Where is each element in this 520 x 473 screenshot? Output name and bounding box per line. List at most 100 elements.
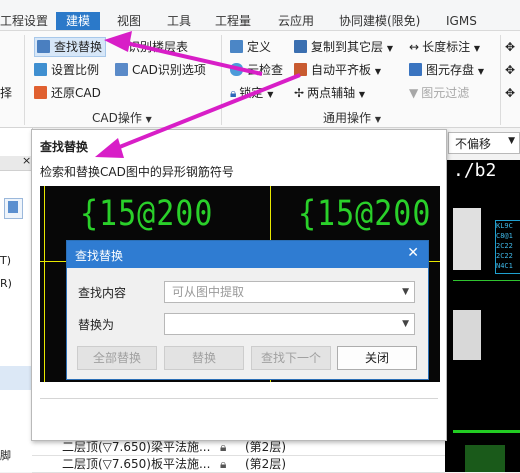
chevron-down-icon: ▼ xyxy=(473,44,481,53)
tab-project-settings[interactable]: 工程设置 xyxy=(0,13,48,30)
move-icon[interactable]: ✥ xyxy=(505,37,515,57)
recognize-floor-table-button[interactable]: 识别楼层表 xyxy=(128,37,188,57)
cad-options-button[interactable]: CAD识别选项 xyxy=(115,60,206,80)
tab-cloud-app[interactable]: 云应用 xyxy=(278,13,314,30)
chevron-down-icon: ▼ xyxy=(374,67,381,76)
menu-bar: 工程设置 建模 视图 工具 工程量 云应用 协同建模(限免) IGMS xyxy=(0,0,520,31)
panel-view-toggle[interactable] xyxy=(4,198,23,219)
tab-modeling[interactable]: 建模 xyxy=(56,12,101,30)
move-icon[interactable]: ✥ xyxy=(505,83,515,103)
chevron-down-icon: ▼ xyxy=(267,90,274,99)
chevron-down-icon: ▼ xyxy=(358,90,366,99)
close-icon[interactable]: ✕ xyxy=(407,245,419,261)
row-layer: (第2层) xyxy=(245,457,286,471)
drawing-save-button[interactable]: 图元存盘 ▼ xyxy=(409,60,484,80)
ribbon: 择 查找替换 识别楼层表 设置比例 CAD识别选项 还原CAD CAD操作 ▼ … xyxy=(0,31,520,128)
cad-canvas[interactable]: ./b2 KL9C C8@1 2C22 2C22 N4C1 xyxy=(445,160,520,472)
set-scale-button[interactable]: 设置比例 xyxy=(34,60,99,80)
replace-button[interactable]: 替换 xyxy=(164,346,244,370)
left-panel: × T) R) 脚 xyxy=(0,128,33,472)
common-operations-group[interactable]: 通用操作 ▼ xyxy=(323,109,381,126)
tree-item-partial[interactable]: 脚 xyxy=(0,447,11,463)
chevron-down-icon: ▼ xyxy=(402,287,409,297)
replace-with-combo[interactable]: ▼ xyxy=(164,313,415,335)
group-expand-icon: ▼ xyxy=(374,115,381,124)
restore-cad-button[interactable]: 还原CAD xyxy=(34,83,101,103)
row-layer: (第2层) xyxy=(245,440,286,454)
cad-annotation-box: KL9C C8@1 2C22 2C22 N4C1 xyxy=(495,220,520,274)
tree-item-selected[interactable] xyxy=(0,366,32,390)
lock-icon[interactable]: 🔒︎ xyxy=(220,456,226,472)
tooltip-divider xyxy=(40,398,438,399)
cad-element xyxy=(465,445,505,472)
tree-item-partial[interactable]: R) xyxy=(0,277,12,290)
tab-view[interactable]: 视图 xyxy=(117,13,141,30)
cad-operations-group[interactable]: CAD操作 ▼ xyxy=(92,109,152,126)
define-button[interactable]: 定义 xyxy=(230,37,271,57)
cad-line xyxy=(453,280,520,281)
find-content-label: 查找内容 xyxy=(78,286,127,300)
lock-icon: 🔒︎ xyxy=(230,86,237,100)
tab-tools[interactable]: 工具 xyxy=(167,13,191,30)
tab-collab-modeling[interactable]: 协同建模(限免) xyxy=(339,13,420,30)
row-name: 二层顶(▽7.650)梁平法施... xyxy=(62,440,211,454)
restore-icon xyxy=(34,86,47,99)
dialog-title: 查找替换 xyxy=(75,249,124,263)
drawing-list-table: 二层顶(▽7.650)梁平法施... 🔒︎ (第2层) 二层顶(▽7.650)板… xyxy=(32,439,445,473)
tooltip-preview-image: {15@200 {15@200 查找替换 ✕ 查找内容 可从图中提取 ▼ 替换为… xyxy=(40,186,440,382)
tab-igms[interactable]: IGMS xyxy=(446,13,477,30)
level-slab-icon xyxy=(294,63,307,76)
find-content-combo[interactable]: 可从图中提取 ▼ xyxy=(164,281,415,303)
save-icon xyxy=(409,63,422,76)
axis-icon: ✢ xyxy=(294,86,305,100)
cad-rebar-text: {15@200 xyxy=(298,194,432,235)
two-point-axis-button[interactable]: ✢ 两点辅轴 ▼ xyxy=(294,83,365,103)
cad-guide-line xyxy=(44,186,45,382)
copy-layer-icon xyxy=(294,40,307,53)
chevron-down-icon: ▼ xyxy=(508,136,515,146)
tooltip-description: 检索和替换CAD图中的异形钢筋符号 xyxy=(40,165,234,179)
filter-icon: ▼ xyxy=(409,86,419,100)
copy-to-other-layer-button[interactable]: 复制到其它层 ▼ xyxy=(294,37,393,57)
move-icon[interactable]: ✥ xyxy=(505,60,515,80)
scale-icon xyxy=(34,63,47,76)
tooltip-title: 查找替换 xyxy=(40,140,89,154)
ribbon-divider xyxy=(500,35,501,125)
drawing-filter-button[interactable]: ▼ 图元过滤 xyxy=(409,83,469,103)
replace-with-label: 替换为 xyxy=(78,318,115,332)
panel-header: × xyxy=(0,154,32,171)
close-icon[interactable]: × xyxy=(22,154,31,167)
find-next-button[interactable]: 查找下一个 xyxy=(251,346,331,370)
cloud-check-button[interactable]: 云检查 xyxy=(230,60,283,80)
find-content-placeholder: 可从图中提取 xyxy=(172,285,245,299)
cloud-icon xyxy=(230,63,243,76)
group-expand-icon: ▼ xyxy=(145,115,152,124)
cad-element xyxy=(453,208,481,270)
row-name: 二层顶(▽7.650)板平法施... xyxy=(62,457,211,471)
cad-options-icon xyxy=(115,63,128,76)
find-replace-icon xyxy=(37,40,50,53)
cad-layer-label: ./b2 xyxy=(453,160,497,181)
dimension-icon: ↔ xyxy=(409,40,420,54)
offset-select[interactable]: 不偏移 ▼ xyxy=(448,132,520,154)
cad-rebar-text: {15@200 xyxy=(80,194,214,235)
lock-button[interactable]: 🔒︎ 锁定 ▼ xyxy=(230,83,273,103)
find-replace-dialog: 查找替换 ✕ 查找内容 可从图中提取 ▼ 替换为 ▼ 全部替换 替换 查找下一个… xyxy=(66,240,429,380)
length-dimension-button[interactable]: ↔ 长度标注 ▼ xyxy=(409,37,480,57)
table-row[interactable]: 二层顶(▽7.650)板平法施... 🔒︎ (第2层) xyxy=(32,456,445,473)
find-replace-button[interactable]: 查找替换 xyxy=(34,37,107,57)
tree-item-partial[interactable]: T) xyxy=(0,254,11,267)
chevron-down-icon: ▼ xyxy=(477,67,484,76)
dialog-title-bar: 查找替换 ✕ xyxy=(67,241,428,268)
close-button[interactable]: 关闭 xyxy=(337,346,417,370)
replace-all-button[interactable]: 全部替换 xyxy=(77,346,157,370)
table-row[interactable]: 二层顶(▽7.650)梁平法施... 🔒︎ (第2层) xyxy=(32,439,445,456)
chevron-down-icon: ▼ xyxy=(386,44,393,53)
tab-quantity[interactable]: 工程量 xyxy=(215,13,251,30)
partial-select-label[interactable]: 择 xyxy=(0,83,12,103)
find-replace-tooltip: 查找替换 检索和替换CAD图中的异形钢筋符号 {15@200 {15@200 查… xyxy=(31,129,447,441)
define-icon xyxy=(230,40,243,53)
lock-icon[interactable]: 🔒︎ xyxy=(220,439,226,455)
chevron-down-icon: ▼ xyxy=(402,319,409,329)
auto-level-slab-button[interactable]: 自动平齐板 ▼ xyxy=(294,60,381,80)
